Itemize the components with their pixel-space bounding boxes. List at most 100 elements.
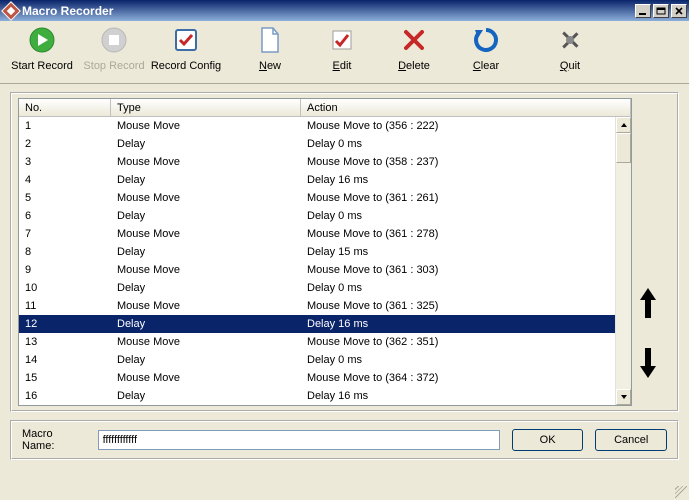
col-header-action[interactable]: Action [301,99,631,116]
minimize-button[interactable] [635,4,651,18]
quit-icon [556,26,584,54]
table-row[interactable]: 14DelayDelay 0 ms [19,351,615,369]
table-row[interactable]: 4DelayDelay 16 ms [19,171,615,189]
cell-type: Delay [111,173,301,187]
table-row[interactable]: 7Mouse MoveMouse Move to (361 : 278) [19,225,615,243]
table-row[interactable]: 16DelayDelay 16 ms [19,387,615,405]
col-header-type[interactable]: Type [111,99,301,116]
cell-type: Delay [111,209,301,223]
new-file-icon [256,26,284,54]
new-label: New [259,60,281,72]
delete-icon [400,26,428,54]
cell-type: Mouse Move [111,119,301,133]
play-icon [28,26,56,54]
cancel-button[interactable]: Cancel [595,429,667,451]
window-title: Macro Recorder [22,4,113,18]
edit-button[interactable]: Edit [306,23,378,81]
cell-no: 2 [19,137,111,151]
cell-type: Delay [111,245,301,259]
cell-type: Delay [111,317,301,331]
scroll-up-icon[interactable] [616,117,631,133]
cell-no: 12 [19,317,111,331]
close-button[interactable] [671,4,687,18]
cell-no: 9 [19,263,111,277]
scroll-thumb[interactable] [616,133,631,163]
cell-type: Mouse Move [111,335,301,349]
maximize-button[interactable] [653,4,669,18]
table-row[interactable]: 12DelayDelay 16 ms [19,315,615,333]
clear-label: Clear [473,60,499,72]
table-row[interactable]: 9Mouse MoveMouse Move to (361 : 303) [19,261,615,279]
cell-action: Delay 0 ms [301,209,615,223]
cell-action: Mouse Move to (364 : 372) [301,371,615,385]
table-row[interactable]: 11Mouse MoveMouse Move to (361 : 325) [19,297,615,315]
cell-no: 6 [19,209,111,223]
cell-type: Delay [111,137,301,151]
cell-action: Mouse Move to (356 : 222) [301,119,615,133]
cell-action: Mouse Move to (362 : 351) [301,335,615,349]
cell-no: 4 [19,173,111,187]
cell-no: 8 [19,245,111,259]
cell-no: 13 [19,335,111,349]
cell-no: 11 [19,299,111,313]
new-button[interactable]: New [234,23,306,81]
cell-action: Mouse Move to (358 : 237) [301,155,615,169]
vertical-scrollbar[interactable] [615,117,631,405]
move-up-button[interactable] [636,284,660,322]
list-header[interactable]: No. Type Action [19,99,631,117]
scroll-down-icon[interactable] [616,389,631,405]
table-row[interactable]: 13Mouse MoveMouse Move to (362 : 351) [19,333,615,351]
cell-no: 5 [19,191,111,205]
config-icon [172,26,200,54]
delete-label: Delete [398,60,430,72]
table-row[interactable]: 1Mouse MoveMouse Move to (356 : 222) [19,117,615,135]
table-row[interactable]: 5Mouse MoveMouse Move to (361 : 261) [19,189,615,207]
cell-type: Delay [111,353,301,367]
cell-no: 14 [19,353,111,367]
quit-button[interactable]: Quit [534,23,606,81]
table-row[interactable]: 8DelayDelay 15 ms [19,243,615,261]
record-config-button[interactable]: Record Config [150,23,222,81]
resize-grip[interactable] [675,486,687,498]
clear-button[interactable]: Clear [450,23,522,81]
macro-list[interactable]: No. Type Action 1Mouse MoveMouse Move to… [18,98,632,406]
table-row[interactable]: 6DelayDelay 0 ms [19,207,615,225]
cell-no: 3 [19,155,111,169]
table-row[interactable]: 10DelayDelay 0 ms [19,279,615,297]
cell-no: 15 [19,371,111,385]
cell-type: Mouse Move [111,227,301,241]
stop-record-label: Stop Record [83,60,144,72]
edit-label: Edit [333,60,352,72]
toolbar: Start Record Stop Record Record Config N… [0,21,689,84]
cell-action: Delay 16 ms [301,173,615,187]
cell-action: Delay 15 ms [301,245,615,259]
table-row[interactable]: 2DelayDelay 0 ms [19,135,615,153]
cell-type: Mouse Move [111,299,301,313]
cell-type: Mouse Move [111,191,301,205]
quit-label: Quit [560,60,580,72]
table-row[interactable]: 3Mouse MoveMouse Move to (358 : 237) [19,153,615,171]
cell-type: Mouse Move [111,371,301,385]
record-config-label: Record Config [151,60,221,72]
cell-action: Delay 0 ms [301,353,615,367]
macro-name-label: Macro Name: [22,428,88,452]
table-row[interactable]: 15Mouse MoveMouse Move to (364 : 372) [19,369,615,387]
cell-no: 16 [19,389,111,403]
cell-action: Delay 16 ms [301,389,615,403]
cell-action: Delay 0 ms [301,137,615,151]
ok-button[interactable]: OK [512,429,584,451]
app-icon [1,1,21,21]
macro-name-input[interactable] [98,430,500,450]
main-frame: No. Type Action 1Mouse MoveMouse Move to… [10,92,679,412]
col-header-no[interactable]: No. [19,99,111,116]
clear-icon [472,26,500,54]
cell-no: 7 [19,227,111,241]
move-down-button[interactable] [636,344,660,382]
cell-no: 10 [19,281,111,295]
titlebar: Macro Recorder [0,0,689,21]
delete-button[interactable]: Delete [378,23,450,81]
start-record-button[interactable]: Start Record [6,23,78,81]
cell-type: Mouse Move [111,155,301,169]
cell-no: 1 [19,119,111,133]
cell-action: Delay 0 ms [301,281,615,295]
